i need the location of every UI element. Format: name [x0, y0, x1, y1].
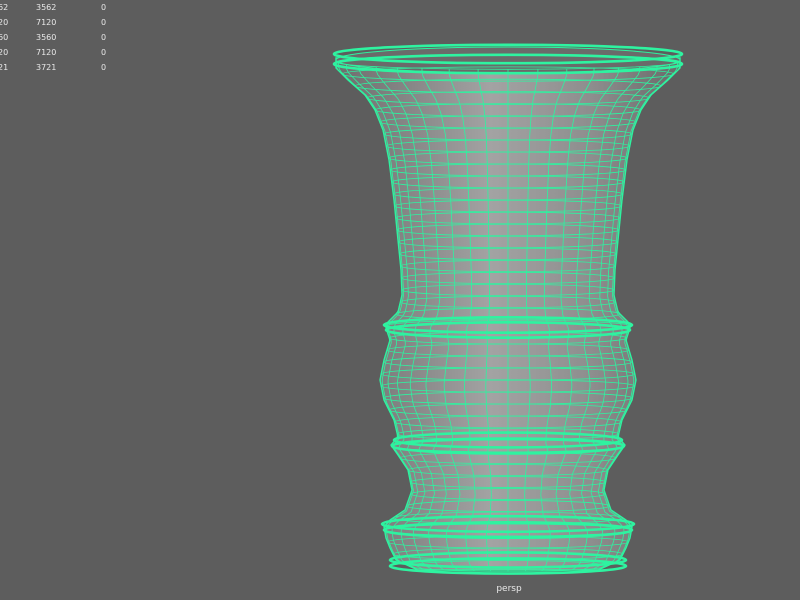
viewport-canvas[interactable] [0, 0, 800, 600]
vase-wireframe [335, 54, 681, 572]
camera-label: persp [496, 584, 522, 594]
